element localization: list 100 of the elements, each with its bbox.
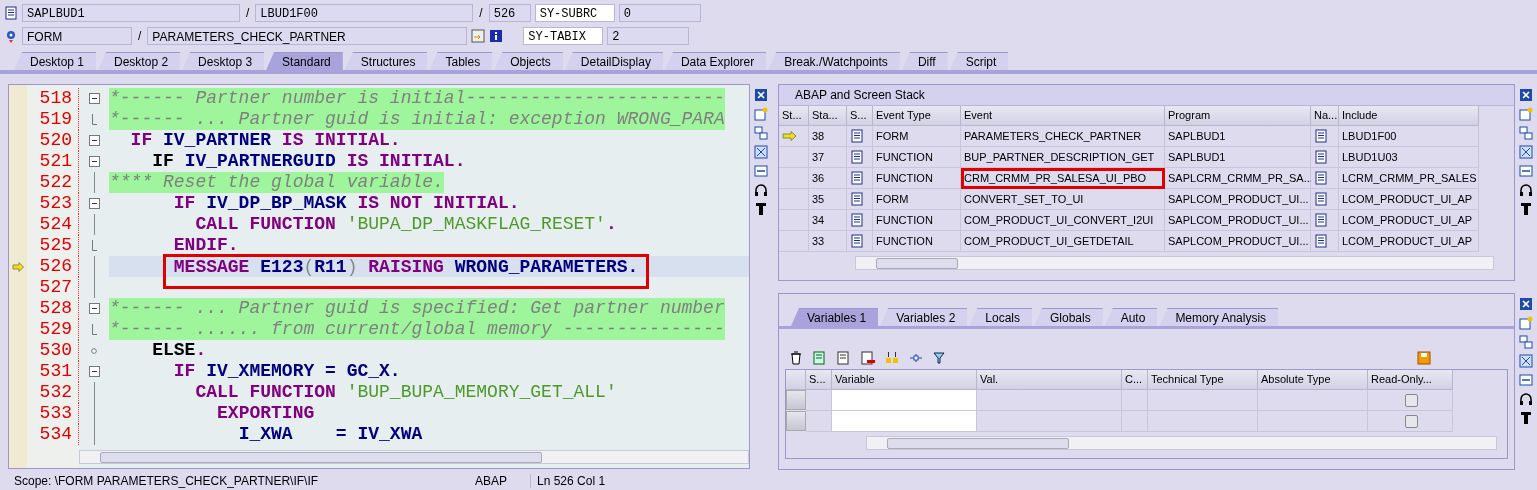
line-number: 525 bbox=[27, 235, 79, 256]
column-header[interactable]: Technical Type bbox=[1148, 370, 1258, 390]
line-number: 526 bbox=[27, 256, 79, 277]
column-header[interactable]: S... bbox=[847, 106, 873, 126]
fold-end-icon bbox=[91, 114, 97, 125]
tools-icon[interactable] bbox=[1519, 202, 1533, 216]
table-cell: FUNCTION bbox=[873, 168, 961, 189]
tab[interactable]: Data Explorer bbox=[664, 52, 767, 70]
column-header[interactable]: Sta... bbox=[809, 106, 847, 126]
tab[interactable]: Objects bbox=[494, 52, 563, 70]
tab[interactable]: Desktop 2 bbox=[98, 52, 181, 70]
tab[interactable]: Script bbox=[949, 52, 1009, 70]
column-header[interactable]: St... bbox=[779, 106, 809, 126]
scroll-thumb[interactable] bbox=[100, 451, 542, 463]
horizontal-scrollbar[interactable] bbox=[79, 450, 749, 464]
resize-icon[interactable] bbox=[1519, 164, 1533, 178]
tab[interactable]: Variables 1 bbox=[791, 308, 879, 326]
table-cell: 36 bbox=[809, 168, 847, 189]
new-window-icon[interactable] bbox=[1519, 107, 1533, 121]
document-icon bbox=[1314, 192, 1328, 206]
table-cell: FUNCTION bbox=[873, 147, 961, 168]
tab[interactable]: Tables bbox=[429, 52, 493, 70]
input-field[interactable] bbox=[832, 390, 977, 411]
filter-icon[interactable] bbox=[933, 351, 947, 365]
collapse-icon[interactable] bbox=[88, 366, 100, 377]
tab[interactable]: Memory Analysis bbox=[1159, 308, 1279, 326]
document-icon[interactable] bbox=[813, 351, 827, 365]
input-field[interactable] bbox=[832, 411, 977, 432]
table-cell: LBUD1U03 bbox=[1339, 147, 1479, 168]
code-line: ELSE. bbox=[152, 340, 207, 361]
collapse-icon[interactable] bbox=[88, 135, 100, 146]
checkbox[interactable] bbox=[1405, 414, 1418, 428]
maximize-icon[interactable] bbox=[1519, 145, 1533, 159]
resize-icon[interactable] bbox=[1519, 373, 1533, 387]
line-number: 528 bbox=[27, 298, 79, 319]
headset-icon[interactable] bbox=[754, 183, 768, 197]
tools-icon[interactable] bbox=[1519, 411, 1533, 425]
code-editor[interactable] bbox=[8, 84, 750, 469]
tab[interactable]: Diff bbox=[901, 52, 948, 70]
column-header[interactable]: C... bbox=[1122, 370, 1148, 390]
table-cell: LCOM_PRODUCT_UI_AP bbox=[1339, 210, 1479, 231]
collapse-icon[interactable] bbox=[88, 156, 100, 167]
document-icon[interactable] bbox=[861, 351, 875, 365]
maximize-icon[interactable] bbox=[754, 145, 768, 159]
maximize-icon[interactable] bbox=[1519, 354, 1533, 368]
collapse-icon[interactable] bbox=[88, 198, 100, 209]
column-header[interactable]: Program bbox=[1165, 106, 1311, 126]
column-header[interactable]: Include bbox=[1339, 106, 1479, 126]
swap-icon[interactable] bbox=[1519, 335, 1533, 349]
network-icon[interactable] bbox=[909, 351, 923, 365]
tab[interactable]: Desktop 1 bbox=[14, 52, 97, 70]
swap-icon[interactable] bbox=[1519, 126, 1533, 140]
new-window-icon[interactable] bbox=[754, 107, 768, 121]
collapse-icon[interactable] bbox=[88, 303, 100, 314]
tab[interactable]: Structures bbox=[344, 52, 428, 70]
document-icon[interactable] bbox=[837, 351, 851, 365]
tab[interactable]: Break./Watchpoints bbox=[768, 52, 900, 70]
save-icon[interactable] bbox=[1417, 351, 1431, 365]
tab[interactable]: Locals bbox=[969, 308, 1032, 326]
checkbox[interactable] bbox=[1405, 393, 1418, 407]
scroll-thumb[interactable] bbox=[887, 437, 1069, 449]
column-header[interactable]: Variable bbox=[832, 370, 977, 390]
column-header[interactable]: Val. bbox=[977, 370, 1122, 390]
column-header[interactable]: S... bbox=[806, 370, 832, 390]
tab[interactable]: Variables 2 bbox=[880, 308, 968, 326]
column-header[interactable]: Absolute Type bbox=[1258, 370, 1368, 390]
trash-icon[interactable] bbox=[789, 351, 803, 365]
line-number: 519 bbox=[27, 109, 79, 130]
line-number: 520 bbox=[27, 130, 79, 151]
table-cell: COM_PRODUCT_UI_GETDETAIL bbox=[961, 231, 1165, 252]
info-icon[interactable] bbox=[489, 29, 504, 43]
tools-icon[interactable] bbox=[754, 202, 768, 216]
column-header[interactable]: Na... bbox=[1311, 106, 1339, 126]
tab[interactable]: Standard bbox=[266, 52, 343, 70]
collapse-icon[interactable] bbox=[88, 93, 100, 104]
horizontal-scrollbar[interactable] bbox=[866, 436, 1497, 450]
tab[interactable]: Desktop 3 bbox=[182, 52, 265, 70]
column-header[interactable]: Event Type bbox=[873, 106, 961, 126]
close-icon[interactable] bbox=[1519, 297, 1533, 311]
table-cell: 33 bbox=[809, 231, 847, 252]
column-header[interactable]: Event bbox=[961, 106, 1165, 126]
resize-icon[interactable] bbox=[754, 164, 768, 178]
tab[interactable]: Auto bbox=[1104, 308, 1158, 326]
new-window-icon[interactable] bbox=[1519, 316, 1533, 330]
close-icon[interactable] bbox=[754, 88, 768, 102]
code-comment: *------ Partner number is initial------------------------ bbox=[109, 88, 725, 109]
code-line: ENDIF. bbox=[173, 235, 239, 256]
boxes-icon[interactable] bbox=[885, 351, 899, 365]
line-number: 527 bbox=[27, 277, 79, 298]
close-icon[interactable] bbox=[1519, 88, 1533, 102]
headset-icon[interactable] bbox=[1519, 392, 1533, 406]
swap-icon[interactable] bbox=[754, 126, 768, 140]
scroll-thumb[interactable] bbox=[876, 257, 958, 269]
tab[interactable]: DetailDisplay bbox=[564, 52, 663, 70]
line-number: 530 bbox=[27, 340, 79, 361]
headset-icon[interactable] bbox=[1519, 183, 1533, 197]
gear-icon bbox=[4, 29, 18, 43]
column-header[interactable]: Read-Only... bbox=[1368, 370, 1453, 390]
horizontal-scrollbar[interactable] bbox=[855, 256, 1494, 270]
tab[interactable]: Globals bbox=[1034, 308, 1103, 326]
